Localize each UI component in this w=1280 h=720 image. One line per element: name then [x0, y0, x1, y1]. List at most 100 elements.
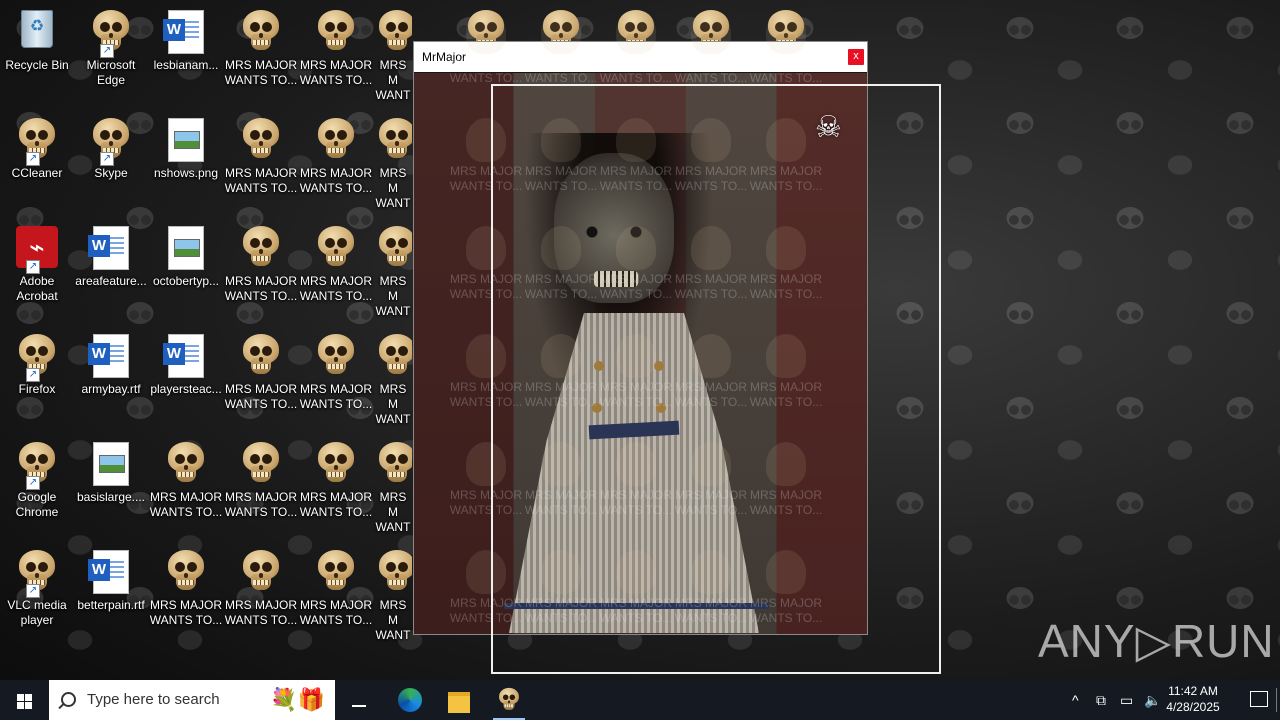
- skull-icon: ↗: [14, 118, 60, 166]
- notification-icon[interactable]: [1250, 691, 1268, 707]
- windows-logo-icon: [17, 694, 24, 701]
- desktop-icon-mrs-major[interactable]: MRS MAJOR WANTS TO...: [149, 436, 223, 520]
- desktop-icon-microsoft-edge[interactable]: ↗ Microsoft Edge: [74, 4, 148, 88]
- desktop-icon-octobertyp[interactable]: octobertyp...: [149, 220, 223, 289]
- desktop-icon-recycle-bin[interactable]: Recycle Bin: [0, 4, 74, 73]
- desktop-icon-ccleaner[interactable]: ↗ CCleaner: [0, 112, 74, 181]
- taskbar-explorer-button[interactable]: [435, 680, 483, 720]
- skull-icon: [238, 118, 284, 164]
- icon-label: lesbianam...: [153, 58, 219, 72]
- icon-label: octobertyp...: [152, 274, 220, 288]
- icon-label: nshows.png: [153, 166, 219, 180]
- word-document-icon: [88, 226, 134, 272]
- clock[interactable]: 11:42 AM 4/28/2025: [1158, 683, 1228, 715]
- desktop-icon-mrs-major[interactable]: MRS M WANT: [374, 220, 412, 319]
- skull-icon: [163, 550, 209, 596]
- start-button[interactable]: [0, 680, 48, 720]
- icon-label: MRS MAJOR WANTS TO...: [224, 382, 298, 411]
- skull-icon: ↗: [14, 334, 60, 382]
- desktop-icon-lesbianam[interactable]: lesbianam...: [149, 4, 223, 73]
- icon-label: MRS M WANT: [375, 598, 411, 642]
- icon-label: CCleaner: [11, 166, 63, 180]
- icon-label: MRS MAJOR WANTS TO...: [224, 166, 298, 195]
- desktop-icon-mrs-major[interactable]: MRS M WANT: [374, 436, 412, 535]
- icon-label: MRS MAJOR WANTS TO...: [224, 58, 298, 87]
- skull-icon: [313, 10, 359, 56]
- icon-label: Adobe Acrobat: [16, 274, 58, 303]
- taskbar-mrmajor-button[interactable]: [485, 680, 533, 720]
- show-desktop-button[interactable]: [1276, 688, 1280, 712]
- desktop-icon-google-chrome[interactable]: ↗ Google Chrome: [0, 436, 74, 520]
- tray-device-icon[interactable]: ⧉: [1096, 680, 1106, 720]
- skull-icon: [238, 550, 284, 596]
- desktop-icon-firefox[interactable]: ↗ Firefox: [0, 328, 74, 397]
- skull-icon: [238, 334, 284, 380]
- desktop-icon-skype[interactable]: ↗ Skype: [74, 112, 148, 181]
- image-file-icon: [163, 226, 209, 272]
- icon-label: MRS MAJOR WANTS TO...: [299, 58, 373, 87]
- desktop-icon-mrs-major[interactable]: MRS M WANT: [374, 328, 412, 427]
- tray-chevron-icon[interactable]: ^: [1072, 680, 1079, 720]
- clock-date: 4/28/2025: [1166, 700, 1220, 714]
- desktop-icon-vlc[interactable]: ↗ VLC media player: [0, 544, 74, 628]
- icon-label: MRS M WANT: [375, 382, 411, 426]
- word-document-icon: [163, 10, 209, 56]
- icon-label: Skype: [94, 166, 128, 180]
- icon-label: MRS MAJOR WANTS TO...: [224, 598, 298, 627]
- desktop-icon-playersteac[interactable]: playersteac...: [149, 328, 223, 397]
- icon-label: MRS M WANT: [375, 166, 411, 210]
- desktop-icon-mrs-major[interactable]: MRS MAJOR WANTS TO...: [224, 4, 298, 88]
- skull-icon: [374, 334, 412, 380]
- shortcut-arrow-icon: ↗: [100, 152, 114, 166]
- icon-label: MRS MAJOR WANTS TO...: [299, 382, 373, 411]
- shortcut-arrow-icon: ↗: [26, 476, 40, 490]
- desktop-icon-mrs-major[interactable]: MRS M WANT: [374, 112, 412, 211]
- desktop-icon-mrs-major[interactable]: MRS MAJOR WANTS TO...: [224, 112, 298, 196]
- icon-label: basislarge....: [76, 490, 146, 504]
- search-box[interactable]: Type here to search 💐🎁: [49, 680, 335, 720]
- desktop-icon-mrs-major[interactable]: MRS MAJOR WANTS TO...: [299, 436, 373, 520]
- desktop-icon-mrs-major[interactable]: MRS MAJOR WANTS TO...: [299, 328, 373, 412]
- shortcut-arrow-icon: ↗: [26, 260, 40, 274]
- icon-label: MRS MAJOR WANTS TO...: [299, 274, 373, 303]
- skull-icon: [313, 550, 359, 596]
- desktop-icon-areafeature[interactable]: areafeature...: [74, 220, 148, 289]
- desktop-icon-mrs-major[interactable]: MRS MAJOR WANTS TO...: [149, 544, 223, 628]
- word-document-icon: [88, 550, 134, 596]
- taskbar-edge-button[interactable]: [386, 680, 434, 720]
- desktop-icon-mrs-major[interactable]: MRS MAJOR WANTS TO...: [224, 544, 298, 628]
- desktop-icon-adobe-acrobat[interactable]: ⌁ ↗ Adobe Acrobat: [0, 220, 74, 304]
- desktop-icon-mrs-major[interactable]: MRS MAJOR WANTS TO...: [299, 4, 373, 88]
- icon-label: Microsoft Edge: [86, 58, 136, 87]
- shortcut-arrow-icon: ↗: [26, 152, 40, 166]
- desktop-icon-mrs-major[interactable]: MRS M WANT: [374, 544, 412, 643]
- skull-icon: [238, 10, 284, 56]
- close-button[interactable]: x: [848, 49, 864, 65]
- edge-icon: [398, 688, 422, 712]
- task-view-button[interactable]: [336, 680, 384, 720]
- desktop-icon-mrs-major[interactable]: MRS MAJOR WANTS TO...: [224, 436, 298, 520]
- icon-label: betterpain.rtf: [77, 598, 145, 612]
- skull-icon: [238, 226, 284, 272]
- desktop-icon-mrs-major[interactable]: MRS MAJOR WANTS TO...: [299, 220, 373, 304]
- desktop-icon-mrs-major[interactable]: MRS MAJOR WANTS TO...: [299, 112, 373, 196]
- desktop-icon-mrs-major[interactable]: MRS MAJOR WANTS TO...: [299, 544, 373, 628]
- desktop-icon-basislarge[interactable]: basislarge....: [74, 436, 148, 505]
- desktop-icon-mrs-major[interactable]: MRS MAJOR WANTS TO...: [224, 328, 298, 412]
- skull-icon: [313, 334, 359, 380]
- desktop-icon-nshows[interactable]: nshows.png: [149, 112, 223, 181]
- network-icon[interactable]: ▭: [1120, 680, 1133, 720]
- skull-icon: [498, 687, 520, 712]
- clock-time: 11:42 AM: [1168, 684, 1218, 698]
- window-titlebar[interactable]: MrMajor x: [414, 42, 867, 72]
- icon-label: MRS M WANT: [375, 274, 411, 318]
- image-file-icon: [88, 442, 134, 488]
- mrmajor-window[interactable]: MrMajor x: [413, 41, 868, 635]
- anyrun-watermark: ANY▷RUN: [1038, 615, 1275, 667]
- desktop-icon-mrs-major[interactable]: MRS MAJOR WANTS TO...: [224, 220, 298, 304]
- desktop-icon-armybay[interactable]: armybay.rtf: [74, 328, 148, 397]
- desktop-icon-betterpain[interactable]: betterpain.rtf: [74, 544, 148, 613]
- icon-label: MRS MAJOR WANTS TO...: [299, 490, 373, 519]
- desktop-icon-mrs-major[interactable]: MRS M WANT: [374, 4, 412, 103]
- search-placeholder: Type here to search: [87, 691, 220, 708]
